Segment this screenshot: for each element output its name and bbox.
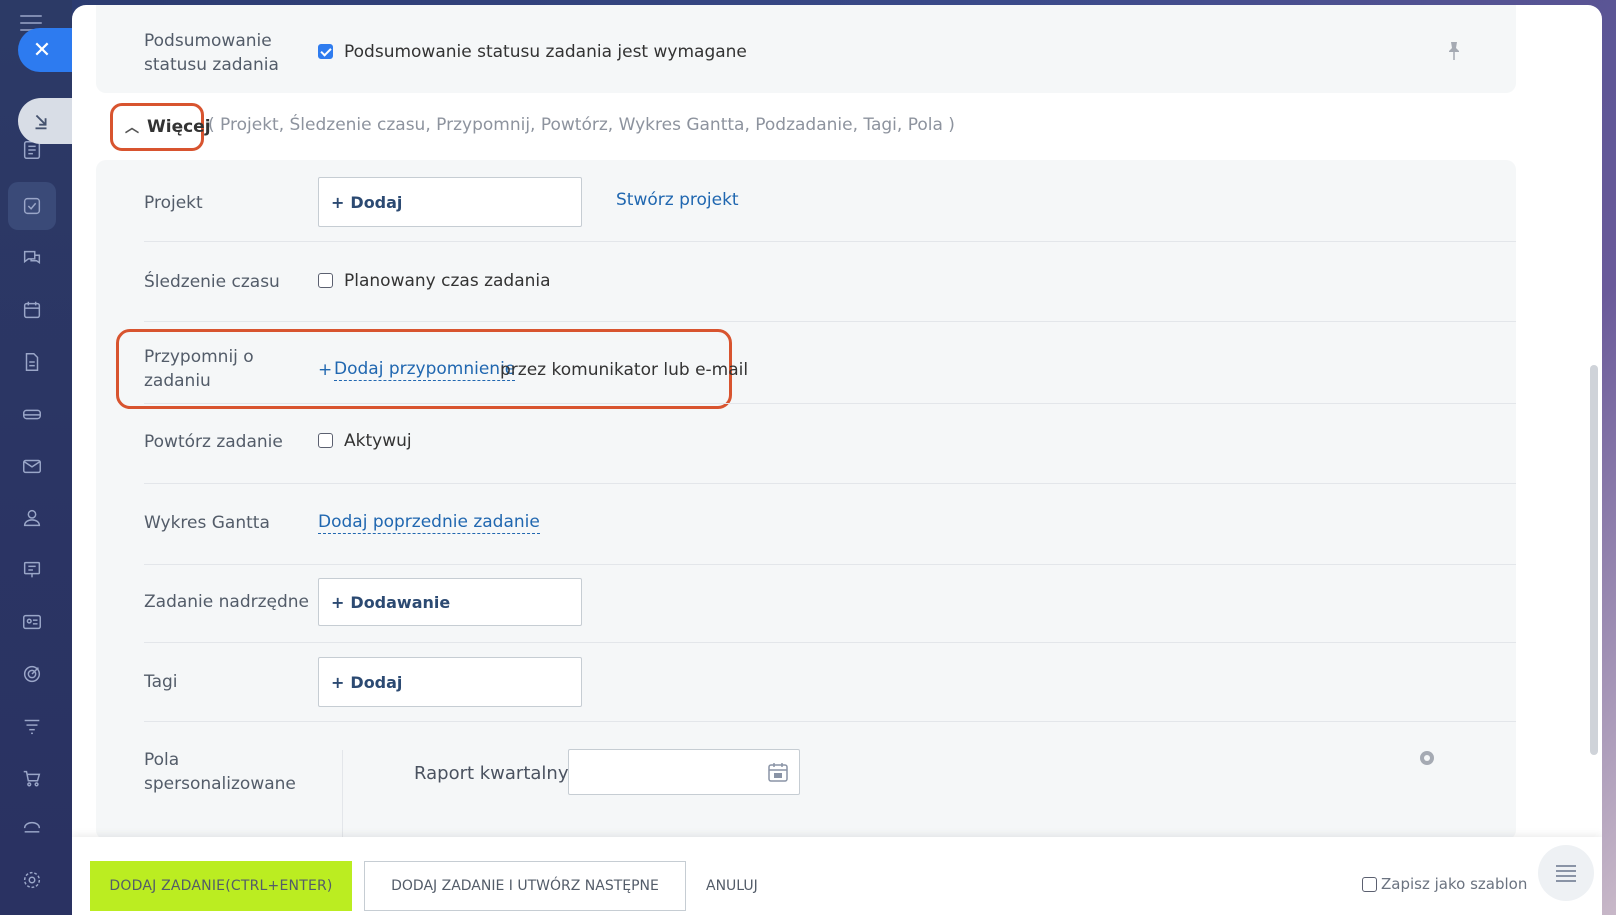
tags-label: Tagi xyxy=(144,672,178,692)
mail-icon[interactable] xyxy=(20,454,44,478)
reminder-suffix-text: przez komunikator lub e-mail xyxy=(500,360,749,380)
gantt-label: Wykres Gantta xyxy=(144,513,270,533)
menu-list-button[interactable] xyxy=(1538,845,1594,901)
plus-icon: + xyxy=(331,192,345,212)
add-task-and-create-next-button[interactable]: DODAJ ZADANIE I UTWÓRZ NASTĘPNE xyxy=(364,861,686,911)
repeat-label: Powtórz zadanie xyxy=(144,432,283,452)
contacts-icon[interactable] xyxy=(20,506,44,530)
more-sections-list: ( Projekt, Śledzenie czasu, Przypomnij, … xyxy=(208,115,955,135)
divider xyxy=(144,241,1516,242)
add-reminder-plus: + xyxy=(318,360,333,380)
summary-required-checkbox[interactable] xyxy=(318,44,333,59)
custom-fields-label: Pola spersonalizowane xyxy=(144,750,296,794)
divider xyxy=(144,321,1516,322)
more-toggle-label: Więcej xyxy=(147,117,211,137)
quarterly-report-date-input[interactable] xyxy=(568,749,800,795)
calendar-icon[interactable] xyxy=(767,761,789,783)
plus-icon: + xyxy=(331,672,345,692)
file-icon[interactable] xyxy=(20,350,44,374)
divider xyxy=(144,403,1516,404)
more-toggle-button[interactable]: ︿ Więcej xyxy=(110,103,211,151)
add-task-button[interactable]: DODAJ ZADANIE(CTRL+ENTER) xyxy=(90,861,352,911)
create-project-link[interactable]: Stwórz projekt xyxy=(616,188,739,212)
filter-icon[interactable] xyxy=(20,714,44,738)
planned-time-checkbox[interactable] xyxy=(318,273,333,288)
target-icon[interactable] xyxy=(20,662,44,686)
custom-fields-divider xyxy=(342,750,343,850)
add-project-button[interactable]: + Dodaj xyxy=(318,177,582,227)
minimize-panel-button[interactable] xyxy=(18,98,72,144)
add-tag-label: Dodaj xyxy=(350,672,403,692)
cancel-button[interactable]: ANULUJ xyxy=(698,861,766,911)
time-tracking-label: Śledzenie czasu xyxy=(144,272,280,292)
minimize-icon xyxy=(35,114,47,130)
task-form-content: Podsumowanie statusu zadania Podsumowani… xyxy=(96,5,1516,850)
pin-icon[interactable] xyxy=(1446,41,1462,65)
custom-fields-settings-gear-icon[interactable] xyxy=(1416,747,1438,769)
summary-status-section: Podsumowanie statusu zadania Podsumowani… xyxy=(96,5,1516,93)
plus-icon: + xyxy=(331,592,345,612)
divider xyxy=(144,564,1516,565)
save-as-template-checkbox[interactable] xyxy=(1362,876,1377,892)
save-as-template[interactable]: Zapisz jako szablon xyxy=(1362,875,1527,893)
cart-icon[interactable] xyxy=(20,766,44,790)
form-footer: DODAJ ZADANIE(CTRL+ENTER) DODAJ ZADANIE … xyxy=(72,837,1602,915)
repeat-activate-checkbox[interactable] xyxy=(318,433,333,448)
divider xyxy=(144,721,1516,722)
quarterly-report-label: Raport kwartalny xyxy=(414,763,569,784)
tasks-icon[interactable] xyxy=(20,194,44,218)
add-previous-task-link[interactable]: Dodaj poprzednie zadanie xyxy=(318,511,540,534)
add-parent-task-label: Dodawanie xyxy=(350,592,451,612)
left-sidebar: ✕ xyxy=(0,0,72,915)
presentation-icon[interactable] xyxy=(20,558,44,582)
planned-time-text: Planowany czas zadania xyxy=(344,271,551,291)
add-reminder-link[interactable]: Dodaj przypomnienie xyxy=(334,358,516,381)
project-label: Projekt xyxy=(144,193,203,213)
settings-gear-icon[interactable] xyxy=(20,868,44,892)
summary-required-text: Podsumowanie statusu zadania jest wymaga… xyxy=(344,42,747,62)
repeat-activate-text: Aktywuj xyxy=(344,431,412,451)
close-panel-button[interactable]: ✕ xyxy=(18,28,72,72)
calendar-icon[interactable] xyxy=(20,298,44,322)
add-project-label: Dodaj xyxy=(350,192,403,212)
chevron-up-icon: ︿ xyxy=(125,120,139,136)
parent-task-label: Zadanie nadrzędne xyxy=(144,592,310,612)
vertical-scrollbar[interactable] xyxy=(1590,365,1598,755)
save-as-template-label: Zapisz jako szablon xyxy=(1381,875,1528,893)
chat-icon[interactable] xyxy=(20,246,44,270)
add-parent-task-button[interactable]: + Dodawanie xyxy=(318,578,582,626)
add-tag-button[interactable]: + Dodaj xyxy=(318,657,582,707)
id-card-icon[interactable] xyxy=(20,610,44,634)
reminder-label: Przypomnij o zadaniu xyxy=(144,347,254,391)
close-icon: ✕ xyxy=(32,37,52,63)
divider xyxy=(144,642,1516,643)
list-icon xyxy=(1556,862,1576,885)
task-form-panel: Podsumowanie statusu zadania Podsumowani… xyxy=(72,5,1602,915)
drive-icon[interactable] xyxy=(20,402,44,426)
summary-status-label: Podsumowanie statusu zadania xyxy=(144,31,279,75)
store-icon[interactable] xyxy=(20,818,44,842)
divider xyxy=(144,483,1516,484)
additional-fields-section xyxy=(96,160,1516,840)
